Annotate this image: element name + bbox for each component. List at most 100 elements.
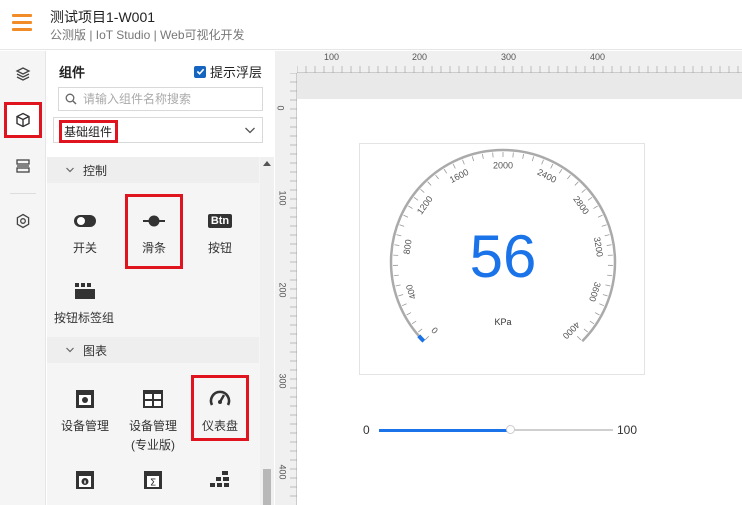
gauge-tick (541, 159, 544, 165)
pages-icon[interactable] (6, 149, 40, 183)
gauge-tick (401, 303, 407, 307)
canvas-area: 100 200 300 400 0 100 200 300 400 0 400 80… (275, 51, 742, 505)
search-icon (65, 93, 77, 105)
component-gauge[interactable]: 仪表盘 (191, 375, 249, 441)
component-device-manage[interactable]: 设备管理 (55, 381, 115, 434)
category-select[interactable]: 基础组件 (53, 117, 263, 143)
section-header-control[interactable]: 控制 (47, 157, 259, 183)
gauge-tick-label: 2000 (493, 160, 513, 170)
chevron-down-icon (66, 347, 74, 353)
gauge-tick (462, 159, 465, 165)
component-panel: 组件 提示浮层 基础组件 控制 开关 滑条 (47, 51, 274, 505)
info-card-icon (55, 462, 115, 498)
svg-text:Σ: Σ (150, 478, 156, 489)
top-bar: 测试项目1-W001 公测版 | IoT Studio | Web可视化开发 (0, 0, 742, 50)
gauge-tick (408, 205, 413, 209)
gauge-tick (574, 181, 579, 186)
settings-hex-icon[interactable] (6, 204, 40, 238)
gauge-tick (576, 335, 582, 341)
ruler-label: 300 (501, 52, 517, 62)
component-device-manage-pro[interactable]: 设备管理 (专业版) (121, 381, 185, 453)
gauge-tick (550, 163, 554, 169)
gauge-tick (427, 181, 432, 186)
gauge-widget[interactable]: 0 400 800 1200 1600 2000 2400 2800 3200 3600 4000 … (359, 143, 645, 375)
checkbox-checked-icon[interactable] (194, 65, 206, 78)
slider-widget[interactable]: 0 100 (363, 423, 643, 439)
slider-fill (379, 429, 511, 432)
hint-toggle[interactable]: 提示浮层 (194, 62, 262, 81)
component-label: 滑条 (141, 241, 166, 255)
component-label: 按钮 (207, 241, 232, 255)
gauge-tick (420, 188, 425, 193)
bar-blocks-icon (190, 462, 250, 498)
gauge-tick (406, 312, 412, 316)
component-label: 设备管理 (60, 419, 109, 433)
component-info-card[interactable] (55, 462, 115, 498)
switch-icon (55, 203, 115, 239)
ruler-label: 0 (275, 105, 286, 111)
gauge-tick (567, 174, 571, 180)
menu-icon[interactable] (12, 14, 32, 34)
list-scrollbar[interactable] (260, 157, 274, 505)
ruler-label: 300 (277, 373, 288, 389)
ruler-label: 100 (277, 190, 288, 206)
gauge-tick (558, 168, 563, 174)
section-label: 图表 (83, 343, 108, 358)
gauge-tick-label: 2800 (571, 194, 591, 216)
gauge-tick (531, 156, 535, 162)
gauge-tick (587, 197, 593, 201)
gauge-tick (594, 312, 600, 316)
component-label: 仪表盘 (201, 419, 238, 433)
button-icon: Btn (190, 203, 250, 239)
components-cube-icon[interactable] (4, 102, 42, 138)
gauge-progress-arc (417, 334, 426, 343)
gauge-tick (593, 205, 598, 209)
section-header-chart[interactable]: 图表 (47, 337, 259, 363)
gauge-value: 56 (469, 223, 537, 290)
panel-title: 组件 (59, 65, 86, 80)
sum-card-icon: Σ (123, 462, 183, 498)
ruler-label: 400 (590, 52, 606, 62)
gauge-tick (581, 188, 586, 193)
gauge-tick (602, 294, 608, 297)
gauge-tick-label: 1200 (415, 194, 435, 216)
component-bar-blocks[interactable] (190, 462, 250, 498)
search-box[interactable] (58, 87, 263, 111)
ruler-left: 0 100 200 300 400 (275, 73, 297, 505)
component-label-line2: (专业版) (131, 438, 175, 452)
slider-max-label: 100 (617, 423, 638, 437)
component-label: 按钮标签组 (53, 311, 114, 325)
gauge-tick (424, 335, 430, 341)
section-label: 控制 (83, 163, 108, 178)
rail-divider (10, 193, 36, 194)
gauge-tick (435, 174, 439, 180)
component-button-tab-group[interactable]: 按钮标签组 (53, 273, 115, 326)
scroll-up-icon[interactable] (263, 160, 271, 166)
gauge-tick (417, 328, 423, 333)
gauge-tick (398, 294, 404, 297)
component-list: 控制 开关 滑条 Btn 按钮 按钮标签组 图表 设备管理 设备管理 (专业版)… (47, 157, 274, 505)
slider-icon (125, 203, 183, 239)
search-input[interactable] (83, 92, 253, 106)
component-switch[interactable]: 开关 (55, 203, 115, 256)
hint-label: 提示浮层 (210, 65, 263, 80)
gauge-tick (452, 163, 456, 169)
gauge-tick (471, 156, 475, 162)
layers-icon[interactable] (6, 57, 40, 91)
gauge-tick (583, 328, 589, 333)
gauge-tick (597, 214, 603, 218)
category-selected-value: 基础组件 (59, 120, 119, 143)
ruler-corner (275, 51, 297, 73)
slider-handle[interactable] (506, 425, 516, 434)
component-slider[interactable]: 滑条 (125, 194, 183, 269)
gauge-unit: KPa (494, 317, 512, 327)
component-button[interactable]: Btn 按钮 (190, 203, 250, 256)
device-manage-pro-icon (121, 381, 185, 417)
component-sum-card[interactable]: Σ (123, 462, 183, 498)
component-label-line1: 设备管理 (128, 419, 177, 433)
scrollbar-thumb[interactable] (263, 469, 271, 505)
design-stage[interactable]: 0 400 800 1200 1600 2000 2400 2800 3200 3600 4000 … (297, 99, 742, 505)
project-subtitle: 公测版 | IoT Studio | Web可视化开发 (50, 28, 245, 42)
ruler-top: 100 200 300 400 (297, 51, 742, 73)
gauge-tick (599, 303, 605, 307)
